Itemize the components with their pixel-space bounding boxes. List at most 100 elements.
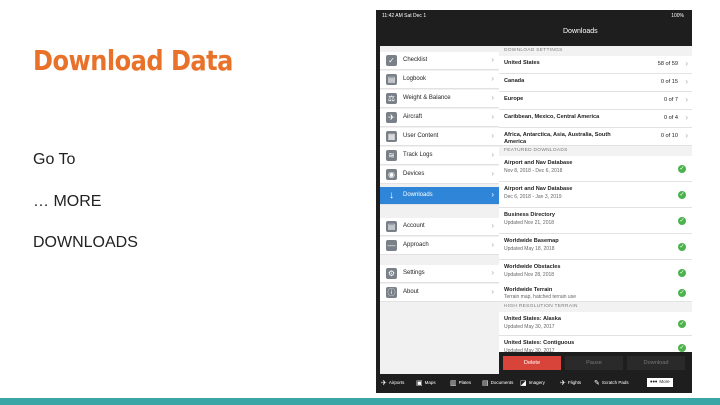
section-header-featured: FEATURED DOWNLOADS [504, 148, 568, 153]
sidebar-item-label: Aircraft [403, 114, 423, 120]
chevron-right-icon: › [491, 221, 494, 230]
download-name: United States: Contiguous [504, 340, 575, 346]
sidebar-item-about[interactable]: ⓘ About › [380, 284, 499, 302]
sidebar-item-checklist[interactable]: ✓ Checklist › [380, 52, 499, 70]
sidebar-item-track-logs[interactable]: ≋ Track Logs › [380, 147, 499, 165]
tab-label: Maps [424, 380, 436, 385]
delete-button[interactable]: Delete [503, 356, 561, 370]
tab-maps[interactable]: ▣ Maps [416, 379, 436, 387]
downloads-panel: DOWNLOAD SETTINGS FEATURED DOWNLOADS HIG… [499, 46, 692, 360]
download-name: Worldwide Basemap [504, 238, 559, 244]
tab-label: Imagery [528, 380, 545, 385]
download-date: Updated May 30, 2017 [504, 324, 555, 330]
region-count: 0 of 15 [660, 79, 678, 85]
checklist-icon: ✓ [386, 55, 397, 66]
download-date: Updated May 18, 2018 [504, 246, 555, 252]
check-icon: ✓ [678, 165, 686, 173]
user-content-icon: ▦ [386, 131, 397, 142]
tab-label: Flights [567, 380, 582, 385]
region-row[interactable]: United States 58 of 59 › [499, 56, 692, 74]
sidebar-item-label: User Content [403, 133, 439, 139]
region-count: 0 of 7 [664, 97, 678, 103]
check-icon: ✓ [678, 289, 686, 297]
region-count: 58 of 59 [657, 61, 678, 67]
tab-documents[interactable]: ▤ Documents [482, 379, 513, 387]
tab-imagery[interactable]: ◪ Imagery [520, 379, 545, 387]
check-icon: ✓ [678, 243, 686, 251]
tab-label: Airports [388, 380, 405, 385]
nav-title: Downloads [563, 28, 598, 35]
sidebar-item-approach[interactable]: — Approach › [380, 237, 499, 255]
settings-icon: ⚙ [386, 268, 397, 279]
featured-download-row[interactable]: Worldwide Basemap Updated May 18, 2018 ✓ [499, 234, 692, 260]
sidebar-item-downloads[interactable]: ↓ Downloads › [380, 187, 499, 205]
section-header-settings: DOWNLOAD SETTINGS [504, 48, 563, 53]
chevron-right-icon: › [491, 112, 494, 121]
sidebar-item-label: Track Logs [403, 152, 433, 158]
download-name: Airport and Nav Database [504, 160, 573, 166]
sidebar-item-label: Account [403, 223, 425, 229]
chevron-right-icon: › [685, 113, 688, 122]
download-button[interactable]: Download [627, 356, 685, 370]
status-time: 11:42 AM Sat Dec 1 [382, 13, 427, 19]
featured-download-row[interactable]: Worldwide Terrain Terrain map, hatched te… [499, 283, 692, 302]
chevron-right-icon: › [491, 74, 494, 83]
tab-label: Plates [458, 380, 472, 385]
imagery-icon: ◪ [520, 380, 527, 387]
tab-label: Documents [490, 380, 514, 385]
region-count: 0 of 10 [660, 133, 678, 139]
download-name: Worldwide Obstacles [504, 264, 561, 270]
maps-icon: ▣ [416, 380, 423, 387]
tab-label: Scratch Pads [601, 380, 629, 385]
tab-plates[interactable]: ▥ Plates [450, 379, 471, 387]
sidebar-item-user-content[interactable]: ▦ User Content › [380, 128, 499, 146]
logbook-icon: ▤ [386, 74, 397, 85]
region-name: Canada [504, 78, 525, 84]
region-name: Africa, Antarctica, Asia, Australia, Sou… [504, 132, 611, 145]
sidebar-item-devices[interactable]: ◉ Devices › [380, 166, 499, 184]
sidebar-item-weight-balance[interactable]: ⚖ Weight & Balance › [380, 90, 499, 108]
sidebar-item-account[interactable]: ▤ Account › [380, 218, 499, 236]
check-icon: ✓ [678, 191, 686, 199]
download-name: Worldwide Terrain [504, 287, 553, 293]
chevron-right-icon: › [491, 190, 494, 199]
tab-airports[interactable]: ✈ Airports [381, 379, 404, 387]
region-name: Europe [504, 96, 524, 102]
download-icon: ↓ [389, 190, 394, 201]
sidebar-item-aircraft[interactable]: ✈ Aircraft › [380, 109, 499, 127]
plates-icon: ▥ [450, 380, 457, 387]
region-row[interactable]: Africa, Antarctica, Asia, Australia, Sou… [499, 128, 692, 146]
body-line-go-to: Go To [33, 151, 76, 168]
slide-accent-bar [0, 398, 720, 405]
region-row[interactable]: Canada 0 of 15 › [499, 74, 692, 92]
tab-flights[interactable]: ✈ Flights [560, 379, 581, 387]
download-name: Business Directory [504, 212, 555, 218]
body-line-downloads: DOWNLOADS [33, 234, 138, 251]
featured-download-row[interactable]: Airport and Nav Database Nov 8, 2018 - De… [499, 156, 692, 182]
tab-bar: ✈ Airports ▣ Maps ▥ Plates ▤ Documents ◪ Imagery ✈… [376, 374, 692, 393]
battery-indicator: 100% [671, 13, 684, 19]
chevron-right-icon: › [685, 77, 688, 86]
track-logs-icon: ≋ [386, 150, 397, 161]
region-count: 0 of 4 [664, 115, 678, 121]
sidebar-item-settings[interactable]: ⚙ Settings › [380, 265, 499, 283]
region-row[interactable]: Europe 0 of 7 › [499, 92, 692, 110]
ipad-screenshot: 11:42 AM Sat Dec 1 100% Downloads ✓ Check… [376, 10, 692, 393]
sidebar-item-logbook[interactable]: ▤ Logbook › [380, 71, 499, 89]
pause-button[interactable]: Pause [565, 356, 623, 370]
featured-download-row[interactable]: Business Directory Updated Nov 21, 2018 ✓ [499, 208, 692, 234]
tab-more[interactable]: ••• More [647, 378, 673, 387]
download-date: Dec 6, 2018 - Jan 3, 2019 [504, 194, 562, 200]
terrain-download-row[interactable]: United States: Alaska Updated May 30, 201… [499, 312, 692, 336]
sidebar-item-label: About [403, 289, 419, 295]
airports-icon: ✈ [381, 380, 387, 387]
chevron-right-icon: › [685, 59, 688, 68]
download-name: United States: Alaska [504, 316, 561, 322]
tab-scratch-pads[interactable]: ✎ Scratch Pads [594, 379, 629, 387]
chevron-right-icon: › [491, 93, 494, 102]
sidebar-item-label: Downloads [403, 192, 433, 198]
region-row[interactable]: Caribbean, Mexico, Central America 0 of 4… [499, 110, 692, 128]
featured-download-row[interactable]: Airport and Nav Database Dec 6, 2018 - Ja… [499, 182, 692, 208]
body-line-more: … MORE [33, 193, 102, 210]
download-date: Updated Nov 28, 2018 [504, 272, 555, 278]
